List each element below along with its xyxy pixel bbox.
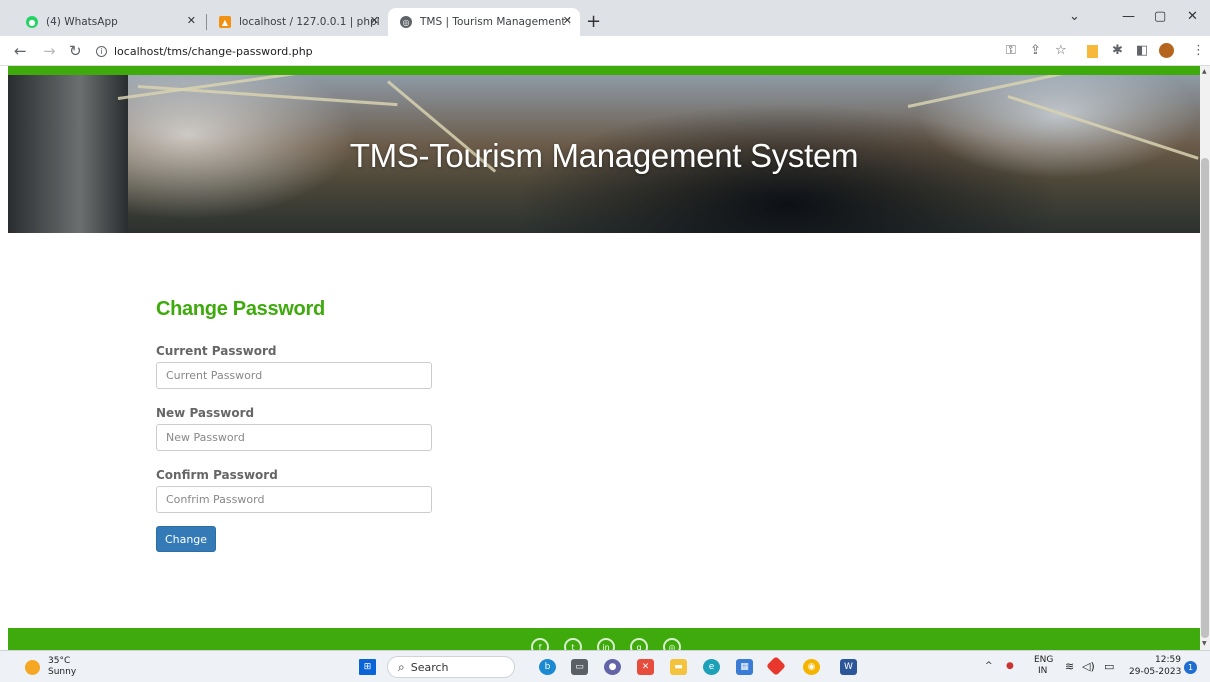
search-icon: ⌕	[398, 659, 405, 674]
new-password-input[interactable]	[156, 424, 432, 451]
hero-banner: TMS-Tourism Management System	[8, 75, 1200, 233]
tray-app-icon[interactable]: ●	[1006, 661, 1014, 671]
scrollbar-thumb[interactable]	[1201, 158, 1209, 638]
bing-icon[interactable]: b	[539, 659, 556, 675]
clock-time[interactable]: 12:59	[1155, 655, 1181, 665]
language-bottom[interactable]: IN	[1038, 666, 1047, 676]
tab-whatsapp[interactable]: ● (4) WhatsApp ✕	[14, 8, 204, 36]
key-icon[interactable]: ⚿	[1006, 43, 1016, 58]
wifi-icon[interactable]: ≋	[1065, 660, 1074, 673]
change-button[interactable]: Change	[156, 526, 216, 552]
tab-title: localhost / 127.0.0.1 | phpMyAdmin	[239, 16, 379, 28]
extension-icon[interactable]	[1087, 45, 1098, 58]
back-icon[interactable]: ←	[14, 42, 27, 60]
file-explorer-icon[interactable]: ▬	[670, 659, 687, 675]
url-text: localhost/tms/change-password.php	[114, 44, 313, 58]
url-bar[interactable]: i localhost/tms/change-password.php	[96, 40, 1016, 62]
tab-title: (4) WhatsApp	[46, 16, 118, 28]
restore-icon[interactable]: ▢	[1154, 9, 1166, 24]
minimize-icon[interactable]: —	[1122, 9, 1135, 24]
puzzle-icon[interactable]: ✱	[1112, 43, 1123, 58]
hero-beam	[137, 85, 398, 107]
close-tab-icon[interactable]: ✕	[563, 14, 572, 27]
current-password-label: Current Password	[156, 344, 277, 358]
change-password-form: Change Password Current Password New Pas…	[156, 290, 436, 552]
browser-tab-bar: ● (4) WhatsApp ✕ ▲ localhost / 127.0.0.1…	[0, 0, 1210, 36]
clock-date[interactable]: 29-05-2023	[1129, 667, 1181, 677]
edge-icon[interactable]: e	[703, 659, 720, 675]
notification-badge[interactable]: 1	[1184, 661, 1197, 674]
new-password-label: New Password	[156, 406, 255, 420]
tray-chevron-icon[interactable]: ^	[985, 661, 993, 671]
close-tab-icon[interactable]: ✕	[187, 14, 196, 27]
task-view-icon[interactable]: ▭	[571, 659, 588, 675]
menu-icon[interactable]: ⋮	[1192, 43, 1205, 58]
scroll-up-icon[interactable]: ▲	[1202, 68, 1207, 75]
weather-sun-icon[interactable]	[25, 660, 40, 675]
windows-start-icon[interactable]: ⊞	[359, 659, 376, 675]
scroll-down-icon[interactable]: ▼	[1202, 640, 1207, 647]
confirm-password-label: Confirm Password	[156, 468, 278, 482]
top-green-strip	[8, 66, 1200, 75]
confirm-password-input[interactable]	[156, 486, 432, 513]
word-icon[interactable]: W	[840, 659, 857, 675]
side-panel-icon[interactable]: ◧	[1136, 43, 1148, 58]
chrome-icon[interactable]: ◉	[803, 659, 820, 675]
tab-tms[interactable]: ◎ TMS | Tourism Management Syst ✕	[388, 8, 580, 36]
phpmyadmin-icon: ▲	[219, 16, 231, 28]
globe-icon: ◎	[400, 16, 412, 28]
tab-title: TMS | Tourism Management Syst	[420, 16, 570, 28]
weather-description: Sunny	[48, 667, 77, 677]
bookmark-star-icon[interactable]: ☆	[1055, 43, 1067, 58]
page-title: Change Password	[156, 298, 325, 320]
hero-beam	[907, 75, 1192, 108]
store-icon[interactable]: ▦	[736, 659, 753, 675]
battery-icon[interactable]: ▭	[1104, 660, 1114, 673]
whatsapp-icon: ●	[26, 16, 38, 28]
address-toolbar: ← → ↻ i localhost/tms/change-password.ph…	[0, 36, 1210, 66]
windows-taskbar: 35°C Sunny ⊞ ⌕ Search b ▭ ● ✕ ▬ e ▦ ◉ W …	[0, 650, 1210, 682]
profile-avatar[interactable]	[1159, 43, 1174, 58]
page-footer: f t in g ◎	[8, 628, 1200, 656]
page-scrollbar[interactable]: ▲ ▼	[1200, 66, 1210, 650]
close-window-icon[interactable]: ✕	[1187, 9, 1198, 24]
close-tab-icon[interactable]: ✕	[370, 14, 379, 27]
share-icon[interactable]: ⇪	[1030, 43, 1041, 58]
language-top[interactable]: ENG	[1034, 655, 1053, 665]
xampp-icon[interactable]: ✕	[637, 659, 654, 675]
search-label: Search	[410, 660, 449, 674]
tab-search-icon[interactable]: ⌄	[1069, 9, 1080, 24]
current-password-input[interactable]	[156, 362, 432, 389]
chat-icon[interactable]: ●	[604, 659, 621, 675]
weather-temperature: 35°C	[48, 656, 71, 666]
volume-icon[interactable]: ◁)	[1082, 660, 1095, 673]
site-title: TMS-Tourism Management System	[349, 137, 859, 174]
reload-icon[interactable]: ↻	[69, 42, 82, 60]
new-tab-icon[interactable]: +	[586, 11, 601, 32]
tab-phpmyadmin[interactable]: ▲ localhost / 127.0.0.1 | phpMyAdmin ✕	[207, 8, 387, 36]
git-icon[interactable]	[766, 656, 786, 676]
forward-icon[interactable]: →	[43, 42, 56, 60]
taskbar-search[interactable]: ⌕ Search	[387, 656, 515, 678]
site-info-icon[interactable]: i	[96, 45, 107, 57]
